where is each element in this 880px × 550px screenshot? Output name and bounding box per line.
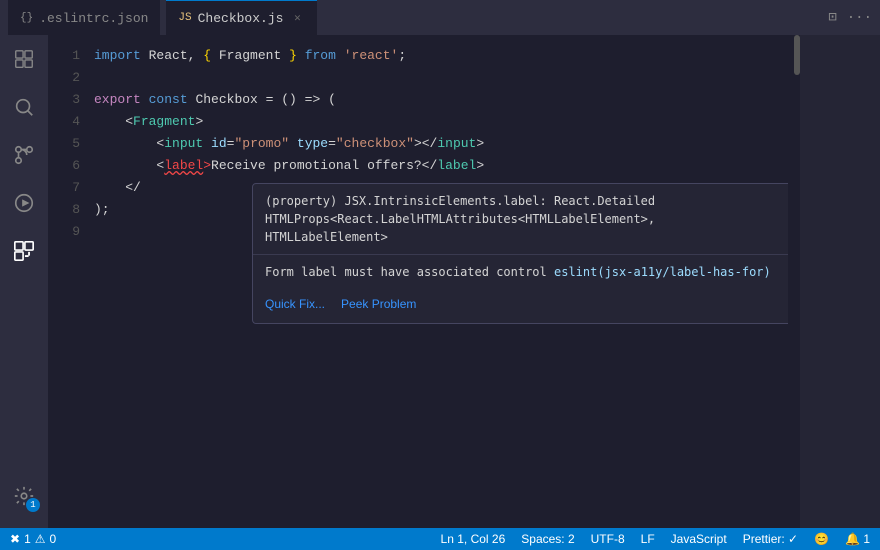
- status-emoji[interactable]: 😊: [814, 532, 829, 546]
- tab-list: {} .eslintrc.json JS Checkbox.js ✕: [8, 0, 317, 35]
- peek-problem-button[interactable]: Peek Problem: [341, 293, 416, 315]
- editor-area: 1 2 3 4 5 6 7 8 9 import React, { Fragme…: [48, 35, 880, 528]
- quick-fix-button[interactable]: Quick Fix...: [265, 293, 325, 315]
- keyword-import: import: [94, 45, 141, 67]
- tab-checkbox[interactable]: JS Checkbox.js ✕: [166, 0, 317, 35]
- error-icon: ✖: [10, 532, 20, 546]
- warning-icon: ⚠: [35, 532, 46, 546]
- code-line-5: < input id = "promo" type = "checkbox" >…: [90, 133, 788, 155]
- hover-popup-error: Form label must have associated control …: [253, 255, 788, 289]
- code-editor[interactable]: 1 2 3 4 5 6 7 8 9 import React, { Fragme…: [48, 35, 880, 528]
- activity-search[interactable]: [0, 83, 48, 131]
- error-count: 1: [24, 532, 31, 546]
- activity-bar: 1: [0, 35, 48, 528]
- status-bar-right: Ln 1, Col 26 Spaces: 2 UTF-8 LF JavaScri…: [441, 532, 870, 546]
- main-layout: 1 1 2 3 4 5 6 7 8 9 import: [0, 35, 880, 528]
- tab-close-button[interactable]: ✕: [289, 10, 305, 26]
- status-bar: ✖ 1 ⚠ 0 Ln 1, Col 26 Spaces: 2 UTF-8 LF …: [0, 528, 880, 550]
- split-editor-icon[interactable]: ⊡: [828, 9, 836, 26]
- code-line-3: export const Checkbox = () => (: [90, 89, 788, 111]
- code-line-6: < label > Receive promotional offers?</ …: [90, 155, 788, 177]
- status-formatter[interactable]: Prettier: ✓: [743, 532, 798, 546]
- code-line-4: < Fragment >: [90, 111, 788, 133]
- editor-scrollbar[interactable]: [788, 35, 800, 528]
- more-actions-icon[interactable]: ···: [847, 10, 872, 26]
- status-language[interactable]: JavaScript: [671, 532, 727, 546]
- error-label-tag: label: [164, 155, 203, 177]
- scrollbar-thumb[interactable]: [794, 35, 800, 75]
- status-spaces[interactable]: Spaces: 2: [521, 532, 574, 546]
- js-icon: JS: [178, 12, 191, 24]
- activity-settings[interactable]: 1: [0, 472, 48, 520]
- status-encoding[interactable]: UTF-8: [591, 532, 625, 546]
- warning-count: 0: [50, 532, 57, 546]
- status-notifications[interactable]: 🔔 1: [845, 532, 870, 546]
- tab-eslintrc[interactable]: {} .eslintrc.json: [8, 0, 160, 35]
- status-bar-left: ✖ 1 ⚠ 0: [10, 532, 56, 546]
- activity-extensions[interactable]: [0, 227, 48, 275]
- hover-popup-actions: Quick Fix... Peek Problem: [253, 289, 788, 323]
- status-position[interactable]: Ln 1, Col 26: [441, 532, 506, 546]
- status-errors[interactable]: ✖ 1 ⚠ 0: [10, 532, 56, 546]
- keyword-from: from: [305, 45, 336, 67]
- hover-popup: (property) JSX.IntrinsicElements.label: …: [252, 183, 788, 324]
- title-bar: {} .eslintrc.json JS Checkbox.js ✕ ⊡ ···: [0, 0, 880, 35]
- tab-checkbox-label: Checkbox.js: [198, 11, 284, 26]
- hover-popup-type: (property) JSX.IntrinsicElements.label: …: [253, 184, 788, 255]
- activity-run[interactable]: [0, 179, 48, 227]
- json-icon: {}: [20, 12, 33, 24]
- title-bar-actions: ⊡ ···: [828, 9, 872, 26]
- code-line-2: [90, 67, 788, 89]
- status-line-ending[interactable]: LF: [641, 532, 655, 546]
- tab-eslintrc-label: .eslintrc.json: [39, 11, 148, 26]
- line-numbers: 1 2 3 4 5 6 7 8 9: [48, 35, 90, 528]
- activity-explorer[interactable]: [0, 35, 48, 83]
- activity-bar-bottom: 1: [0, 472, 48, 528]
- settings-badge: 1: [26, 498, 40, 512]
- code-line-1: import React, { Fragment } from 'react' …: [90, 45, 788, 67]
- activity-source-control[interactable]: [0, 131, 48, 179]
- minimap: [800, 35, 880, 528]
- code-content[interactable]: import React, { Fragment } from 'react' …: [90, 35, 788, 528]
